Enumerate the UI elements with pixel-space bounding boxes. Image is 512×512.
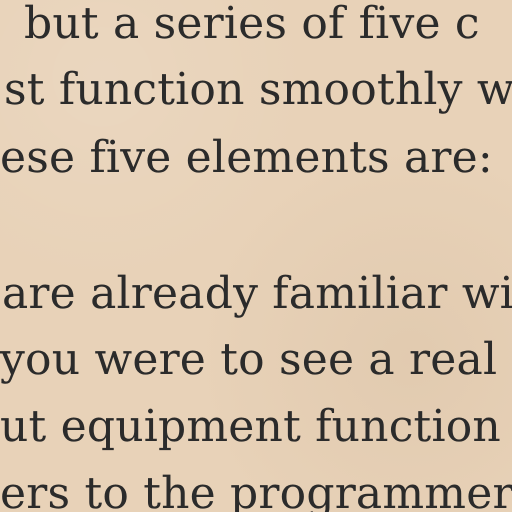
text-line-6: ut equipment function: [0, 401, 501, 452]
text-line-3: ese five elements are:: [0, 132, 493, 183]
text-line-7: ers to the programmer: [0, 468, 512, 512]
text-line-1: but a series of five c: [24, 0, 480, 49]
document-page: but a series of five c st function smoot…: [0, 0, 512, 512]
text-line-2: st function smoothly w: [4, 64, 512, 115]
text-line-4: are already familiar wit: [2, 268, 512, 319]
text-line-5: you were to see a real: [0, 334, 498, 385]
